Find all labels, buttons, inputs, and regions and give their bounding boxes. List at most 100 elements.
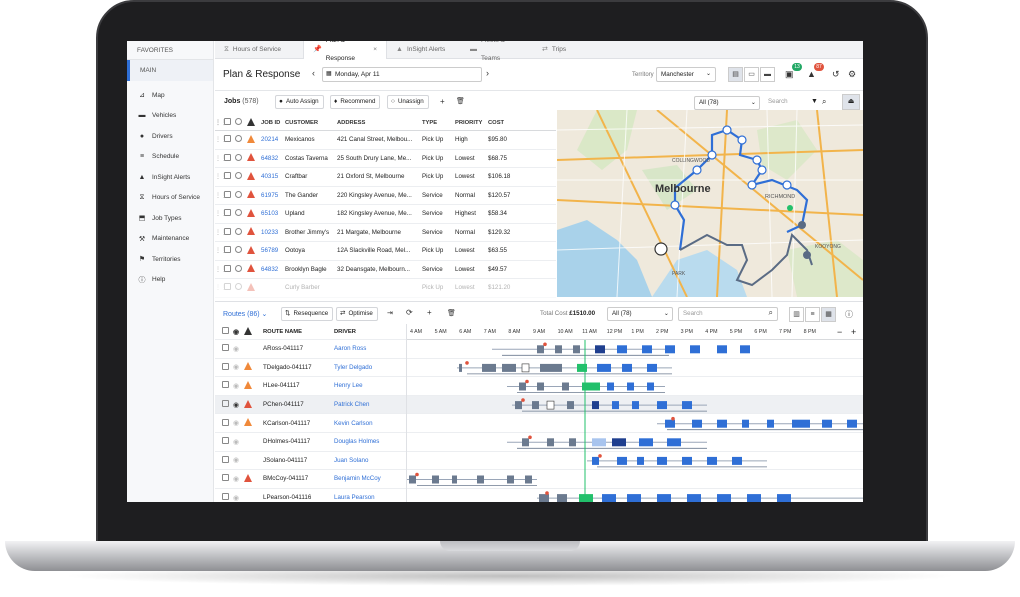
- col-type[interactable]: TYPE: [422, 120, 455, 126]
- job-id-link[interactable]: 40315: [261, 173, 285, 180]
- driver-link[interactable]: Douglas Holmes: [332, 438, 398, 445]
- row-checkbox[interactable]: [224, 172, 231, 180]
- col-job-id[interactable]: JOB ID: [261, 120, 285, 126]
- sidebar-item-job-types[interactable]: ⬒ Job Types: [127, 208, 213, 229]
- status-radio[interactable]: [235, 135, 242, 143]
- eye-icon[interactable]: ◉: [228, 456, 244, 464]
- routes-filter-select[interactable]: All (78) ⌄: [607, 307, 673, 321]
- info-icon[interactable]: ⓘ: [845, 309, 853, 320]
- drag-handle-icon[interactable]: ⋮⋮: [215, 173, 227, 180]
- driver-link[interactable]: Patrick Chen: [332, 401, 398, 408]
- route-map[interactable]: Melbourne COLLINGWOOD RICHMOND KOOYONG P…: [557, 110, 863, 297]
- driver-link[interactable]: Tyler Delgado: [332, 364, 398, 371]
- status-radio[interactable]: [235, 264, 242, 272]
- status-radio[interactable]: [235, 172, 242, 180]
- row-checkbox[interactable]: [224, 190, 231, 198]
- col-priority[interactable]: PRIORITY: [455, 120, 488, 126]
- gear-icon[interactable]: ⚙: [848, 69, 856, 80]
- job-id-link[interactable]: 64832: [261, 266, 285, 273]
- warning-icon[interactable]: ▲: [807, 69, 816, 79]
- table-row[interactable]: ⋮⋮ 20214 Mexicanos 421 Canal Street, Mel…: [215, 131, 556, 150]
- eye-icon[interactable]: ◉: [228, 382, 244, 390]
- row-checkbox[interactable]: [224, 153, 231, 161]
- table-row[interactable]: ⋮⋮ 64832 Brooklyn Bagle 32 Deansgate, Me…: [215, 261, 556, 279]
- auto-assign-button[interactable]: ● Auto Assign: [275, 95, 324, 109]
- add-job-button[interactable]: +: [440, 97, 445, 106]
- recommend-button[interactable]: ♦ Recommend: [330, 95, 381, 109]
- map-search-input[interactable]: Search: [764, 96, 814, 110]
- table-row[interactable]: ⋮⋮ 65103 Upland 182 Kingsley Avenue, Me.…: [215, 205, 556, 224]
- row-checkbox[interactable]: [224, 264, 231, 272]
- col-address[interactable]: ADDRESS: [337, 120, 422, 126]
- status-radio[interactable]: [235, 190, 242, 198]
- eye-icon[interactable]: ◉: [228, 401, 244, 409]
- eye-icon[interactable]: ◉: [228, 475, 244, 483]
- eye-icon[interactable]: ◉: [228, 438, 244, 446]
- table-row[interactable]: ⋮⋮ 61975 The Gander 220 Kingsley Avenue,…: [215, 187, 556, 205]
- sidebar-item-territories[interactable]: ⚑ Territories: [127, 249, 213, 270]
- driver-link[interactable]: Laura Pearson: [332, 494, 398, 501]
- col-driver[interactable]: DRIVER: [332, 329, 398, 335]
- eye-icon[interactable]: ◉: [228, 363, 244, 371]
- sidebar-item-schedule[interactable]: ≡ Schedule: [127, 147, 213, 168]
- table-row[interactable]: ⋮⋮ 64832 Costas Taverna 25 South Drury L…: [215, 150, 556, 168]
- drag-handle-icon[interactable]: ⋮⋮: [215, 284, 227, 291]
- col-customer[interactable]: CUSTOMER: [285, 120, 337, 126]
- table-row[interactable]: ⋮⋮ 10233 Brother Jimmy's 21 Margate, Mel…: [215, 224, 556, 242]
- sidebar-item-map[interactable]: ⊿ Map: [127, 85, 213, 106]
- date-picker[interactable]: ▦ Monday, Apr 11: [322, 67, 482, 82]
- refresh-icon[interactable]: ⟳: [406, 308, 413, 317]
- map-view-button[interactable]: ▭: [744, 67, 759, 82]
- tab-hours-of-service[interactable]: ⧖ Hours of Service: [215, 41, 303, 59]
- territory-select[interactable]: Manchester ⌄: [656, 67, 716, 82]
- sidebar-favorites[interactable]: FAVORITES: [127, 41, 213, 60]
- routes-search-input[interactable]: Search ⌕: [678, 307, 778, 321]
- status-radio[interactable]: [235, 227, 242, 235]
- resequence-button[interactable]: ⇅ Resequence: [281, 307, 334, 321]
- job-id-link[interactable]: 20214: [261, 136, 285, 143]
- sidebar-main[interactable]: MAIN: [127, 60, 213, 81]
- sidebar-item-insight-alerts[interactable]: ▲ InSight Alerts: [127, 167, 213, 188]
- status-radio[interactable]: [235, 153, 242, 161]
- driver-link[interactable]: Henry Lee: [332, 382, 398, 389]
- filter-icon[interactable]: ▼: [811, 98, 818, 105]
- status-radio[interactable]: [235, 209, 242, 217]
- optimise-button[interactable]: ⇄ Optimise: [336, 307, 378, 321]
- history-icon[interactable]: ↺: [832, 69, 840, 80]
- tab-fleets-teams[interactable]: ▬Fleets & Teams: [461, 41, 533, 62]
- unassign-button[interactable]: ○ Unassign: [387, 95, 429, 109]
- row-checkbox[interactable]: [224, 283, 231, 291]
- grid-view-button[interactable]: ▦: [821, 307, 836, 322]
- gantt-view-button[interactable]: ▥: [789, 307, 804, 322]
- split-view-button[interactable]: ▤: [728, 67, 743, 82]
- select-all-checkbox[interactable]: [224, 118, 231, 125]
- table-row[interactable]: ⋮⋮ 56789 Ootoya 12A Slackville Road, Mel…: [215, 242, 556, 261]
- drag-handle-icon[interactable]: ⋮⋮: [215, 155, 227, 162]
- sidebar-item-maintenance[interactable]: ⚒ Maintenance: [127, 229, 213, 250]
- row-checkbox[interactable]: [224, 227, 231, 235]
- export-icon[interactable]: ⇥: [387, 309, 393, 317]
- list-view-button[interactable]: ≡: [805, 307, 820, 322]
- add-route-button[interactable]: +: [427, 308, 432, 317]
- job-id-link[interactable]: 56789: [261, 247, 285, 254]
- col-cost[interactable]: COST: [488, 120, 518, 126]
- prev-date-button[interactable]: ‹: [312, 68, 315, 78]
- next-date-button[interactable]: ›: [486, 68, 489, 78]
- row-checkbox[interactable]: [224, 246, 231, 254]
- close-icon[interactable]: ×: [373, 41, 377, 59]
- drag-handle-icon[interactable]: ⋮⋮: [215, 210, 227, 217]
- eye-icon[interactable]: ◉: [228, 494, 244, 502]
- routes-title[interactable]: Routes (86) ⌄: [223, 310, 267, 318]
- tab-plan-response[interactable]: 📌Plan & Response×: [303, 41, 387, 62]
- table-row[interactable]: ⋮⋮ Curly Barber Pick Up Lowest $121.20: [215, 279, 556, 298]
- clipboard-icon[interactable]: ▣: [785, 69, 794, 80]
- tab-insight-alerts[interactable]: ▲ InSight Alerts: [387, 41, 461, 59]
- driver-link[interactable]: Kevin Carlson: [332, 420, 398, 427]
- status-radio[interactable]: [235, 246, 242, 254]
- drag-handle-icon[interactable]: ⋮⋮: [215, 229, 227, 236]
- eye-icon[interactable]: ◉: [228, 419, 244, 427]
- sidebar-item-help[interactable]: ⓘ Help: [127, 270, 213, 291]
- status-radio[interactable]: [235, 283, 242, 291]
- driver-link[interactable]: Juan Solano: [332, 457, 398, 464]
- sidebar-item-drivers[interactable]: ● Drivers: [127, 126, 213, 147]
